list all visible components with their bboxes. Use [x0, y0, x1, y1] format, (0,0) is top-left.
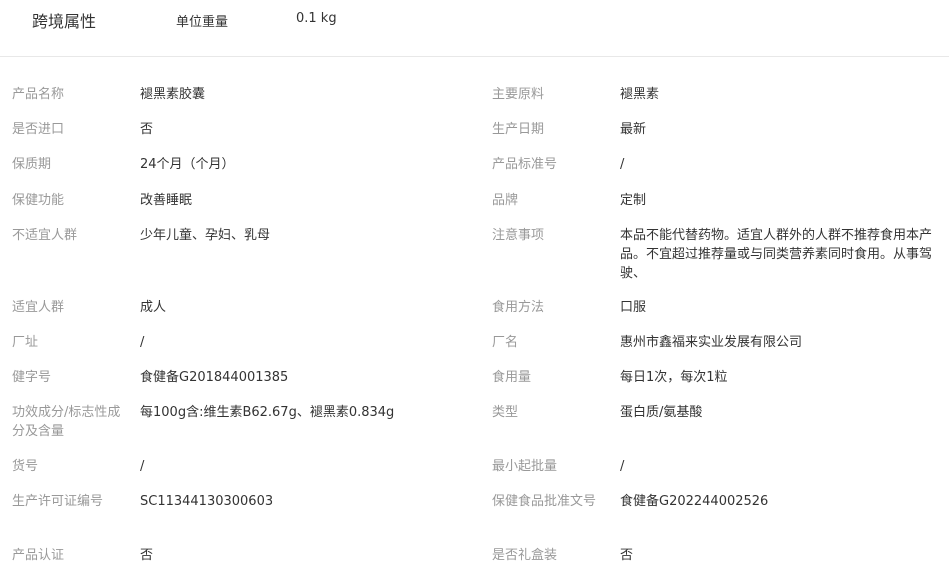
attr-value: 口服	[620, 300, 647, 315]
attr-label: 是否礼盒装	[492, 548, 558, 563]
attr-value: /	[140, 459, 145, 474]
attr-value: 每100g含:维生素B62.67g、褪黑素0.834g	[140, 405, 395, 420]
attr-value: 最新	[620, 122, 647, 137]
attr-label: 食用量	[492, 370, 532, 385]
attr-label: 品牌	[492, 193, 519, 208]
attr-label: 产品认证	[12, 548, 65, 563]
attr-value: 本品不能代替药物。适宜人群外的人群不推荐食用本产品。不宜超过推荐量或与同类营养素…	[620, 228, 933, 281]
attr-value: 定制	[620, 193, 647, 208]
attribute-table: 产品名称 褪黑素胶囊 主要原料 褪黑素 是否进口 否 生产日期 最新 保质期 2…	[0, 0, 949, 580]
attr-value: 改善睡眠	[140, 193, 193, 208]
attr-value: 褪黑素胶囊	[140, 87, 206, 102]
attr-label: 是否进口	[12, 122, 65, 137]
attr-label: 厂址	[12, 335, 39, 350]
attr-value: 成人	[140, 300, 167, 315]
attr-value: 每日1次，每次1粒	[620, 370, 728, 385]
attr-label: 主要原料	[492, 87, 545, 102]
attr-value: /	[620, 157, 625, 172]
attr-label: 生产日期	[492, 122, 545, 137]
attr-value: 否	[140, 548, 154, 563]
attr-label: 注意事项	[492, 228, 545, 243]
attr-label: 货号	[12, 459, 39, 474]
attr-label: 厂名	[492, 335, 519, 350]
attr-value: 否	[620, 548, 634, 563]
attr-value: 食健备G201844001385	[140, 370, 289, 385]
attr-value: 惠州市鑫福来实业发展有限公司	[620, 335, 803, 350]
attr-label: 类型	[492, 405, 519, 420]
attr-label: 食用方法	[492, 300, 545, 315]
attr-value: /	[140, 335, 145, 350]
attr-label: 产品标准号	[492, 157, 558, 172]
attr-label: 不适宜人群	[12, 228, 78, 243]
attr-label: 产品名称	[12, 87, 65, 102]
attr-label: 健字号	[12, 370, 52, 385]
attr-value: 食健备G202244002526	[620, 494, 769, 509]
attr-label: 保质期	[12, 157, 52, 172]
attr-label: 最小起批量	[492, 459, 558, 474]
attr-label: 保健功能	[12, 193, 65, 208]
attr-label: 生产许可证编号	[12, 494, 104, 509]
attr-value: SC11344130300603	[140, 494, 274, 509]
attr-value: 少年儿童、孕妇、乳母	[140, 228, 271, 243]
product-attributes-page: 跨境属性 单位重量 0.1 kg 产品名称 褪黑素胶囊 主要原料 褪黑素 是否进…	[0, 0, 949, 580]
attr-value: 否	[140, 122, 154, 137]
attr-value: /	[620, 459, 625, 474]
attr-value: 蛋白质/氨基酸	[620, 405, 703, 420]
attr-label: 适宜人群	[12, 300, 65, 315]
attr-label: 功效成分/标志性成分及含量	[12, 405, 121, 439]
attr-value: 褪黑素	[620, 87, 660, 102]
attr-value: 24个月（个月）	[140, 157, 235, 172]
attr-label: 保健食品批准文号	[492, 494, 597, 509]
